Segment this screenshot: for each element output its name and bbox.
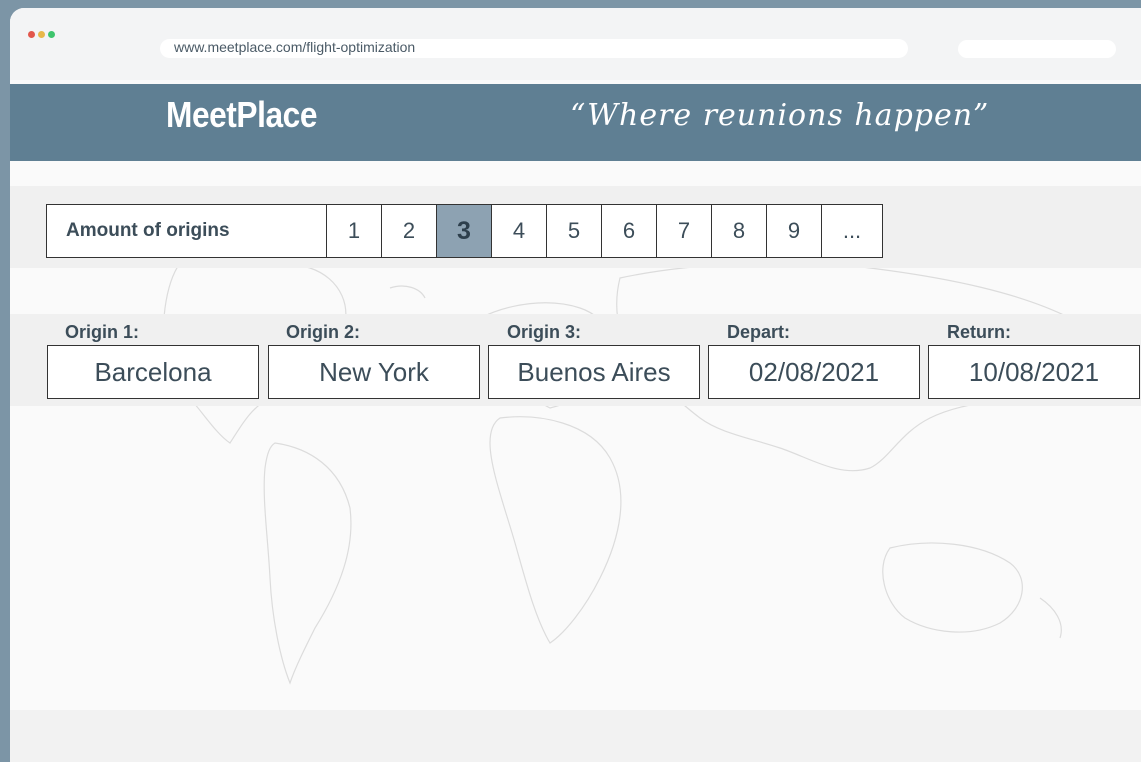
- origin-3-field[interactable]: Buenos Aires: [488, 345, 700, 399]
- depart-date-field[interactable]: 02/08/2021: [708, 345, 920, 399]
- minimize-window-icon[interactable]: [38, 31, 45, 38]
- origins-option-2[interactable]: 2: [382, 205, 437, 257]
- origin-1-label: Origin 1:: [65, 322, 140, 342]
- origins-option-8[interactable]: 8: [712, 205, 767, 257]
- origins-option-3-selected[interactable]: 3: [437, 205, 492, 257]
- address-bar-url: www.meetplace.com/flight-optimization: [174, 39, 416, 55]
- return-label: Return:: [947, 322, 1011, 342]
- window-controls: [28, 25, 58, 43]
- origins-option-5[interactable]: 5: [547, 205, 602, 257]
- origin-1-field[interactable]: Barcelona: [47, 345, 259, 399]
- browser-search-bar[interactable]: [958, 40, 1116, 58]
- origins-option-7[interactable]: 7: [657, 205, 712, 257]
- origins-option-6[interactable]: 6: [602, 205, 657, 257]
- maximize-window-icon[interactable]: [48, 31, 55, 38]
- browser-toolbar: www.meetplace.com/flight-optimization: [10, 8, 1141, 80]
- close-window-icon[interactable]: [28, 31, 35, 38]
- origin-3-label: Origin 3:: [507, 322, 582, 342]
- origins-amount-selector: Amount of origins 1 2 3 4 5 6 7 8 9 ...: [46, 204, 883, 258]
- origins-option-1[interactable]: 1: [327, 205, 382, 257]
- browser-window: www.meetplace.com/flight-optimization Me…: [10, 8, 1141, 762]
- origins-amount-label: Amount of origins: [47, 205, 327, 257]
- origin-2-label: Origin 2:: [286, 322, 361, 342]
- origins-option-9[interactable]: 9: [767, 205, 822, 257]
- site-logo[interactable]: MeetPlace: [166, 94, 317, 136]
- page-footer: [10, 710, 1141, 762]
- site-tagline: “Where reunions happen”: [570, 98, 990, 133]
- return-date-field[interactable]: 10/08/2021: [928, 345, 1140, 399]
- origins-option-more[interactable]: ...: [822, 205, 882, 257]
- origins-option-4[interactable]: 4: [492, 205, 547, 257]
- depart-label: Depart:: [727, 322, 791, 342]
- origin-2-field[interactable]: New York: [268, 345, 480, 399]
